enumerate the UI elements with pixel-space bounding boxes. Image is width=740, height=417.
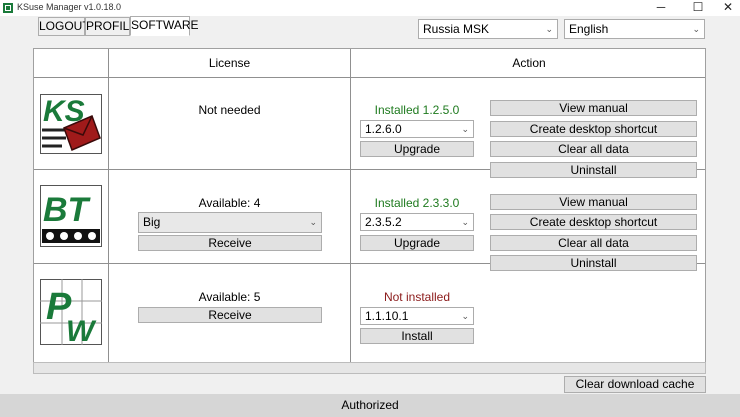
- bt-create-shortcut-button[interactable]: Create desktop shortcut: [490, 214, 697, 230]
- tab-profile[interactable]: PROFILE: [85, 17, 137, 36]
- language-select[interactable]: English ⌄: [564, 19, 705, 39]
- chevron-down-icon: ⌄: [309, 217, 317, 227]
- pw-version-value: 1.1.10.1: [365, 309, 409, 323]
- ks-view-manual-button[interactable]: View manual: [490, 100, 697, 116]
- bt-license-select[interactable]: Big ⌄: [138, 212, 322, 233]
- minimize-button[interactable]: ─: [649, 0, 673, 16]
- bt-upgrade-button[interactable]: Upgrade: [360, 235, 474, 251]
- main-panel: LOGOUT PROFILE SOFTWARE Russia MSK ⌄ Eng…: [0, 16, 740, 417]
- chevron-down-icon: ⌄: [461, 311, 469, 321]
- action-column-header: Action: [512, 56, 546, 70]
- pw-logo-icon: P W: [40, 279, 102, 345]
- bt-version-value: 2.3.5.2: [365, 215, 402, 229]
- ks-create-shortcut-button[interactable]: Create desktop shortcut: [490, 121, 697, 137]
- tab-software[interactable]: SOFTWARE: [130, 16, 199, 36]
- pw-install-button[interactable]: Install: [360, 328, 474, 344]
- software-table: License Action KS Not needed Installed 1…: [33, 48, 706, 373]
- bt-install-status: Installed 2.3.3.0: [374, 196, 460, 210]
- column-divider: [350, 49, 351, 372]
- pw-version-select[interactable]: 1.1.10.1 ⌄: [360, 307, 474, 325]
- ks-version-select[interactable]: 1.2.6.0 ⌄: [360, 120, 474, 138]
- bt-view-manual-button[interactable]: View manual: [490, 194, 697, 210]
- title-bar: KSuse Manager v1.0.18.0 ─ ☐ ✕: [0, 0, 740, 16]
- bt-logo-icon: BT: [40, 185, 102, 247]
- column-divider: [108, 49, 109, 372]
- bt-uninstall-button[interactable]: Uninstall: [490, 255, 697, 271]
- window-title: KSuse Manager v1.0.18.0: [17, 2, 122, 12]
- ks-license-text: Not needed: [198, 103, 261, 117]
- status-bar: Authorized: [0, 394, 740, 417]
- app-logo-icon: [3, 3, 13, 13]
- bt-version-select[interactable]: 2.3.5.2 ⌄: [360, 213, 474, 231]
- license-column-header: License: [208, 56, 251, 70]
- tab-logout[interactable]: LOGOUT: [38, 17, 90, 36]
- chevron-down-icon: ⌄: [692, 24, 700, 34]
- download-progress-bar: [33, 362, 706, 374]
- pw-receive-button[interactable]: Receive: [138, 307, 322, 323]
- svg-text:BT: BT: [43, 191, 92, 229]
- pw-install-status: Not installed: [383, 290, 451, 304]
- bt-receive-button[interactable]: Receive: [138, 235, 322, 251]
- pw-license-text: Available: 5: [198, 290, 261, 304]
- chevron-down-icon: ⌄: [545, 24, 553, 34]
- ks-logo-icon: KS: [40, 94, 102, 154]
- ks-uninstall-button[interactable]: Uninstall: [490, 162, 697, 178]
- bt-license-text: Available: 4: [198, 196, 261, 210]
- close-button[interactable]: ✕: [716, 0, 740, 16]
- region-select[interactable]: Russia MSK ⌄: [418, 19, 558, 39]
- clear-download-cache-button[interactable]: Clear download cache: [564, 376, 706, 393]
- row-divider: [34, 77, 705, 78]
- auth-status-text: Authorized: [341, 398, 399, 412]
- ks-upgrade-button[interactable]: Upgrade: [360, 141, 474, 157]
- ks-install-status: Installed 1.2.5.0: [374, 103, 460, 117]
- chevron-down-icon: ⌄: [461, 217, 469, 227]
- bt-license-value: Big: [143, 215, 161, 229]
- ks-version-value: 1.2.6.0: [365, 122, 402, 136]
- ks-clear-data-button[interactable]: Clear all data: [490, 141, 697, 157]
- svg-text:W: W: [66, 315, 97, 345]
- language-select-value: English: [569, 22, 609, 36]
- chevron-down-icon: ⌄: [461, 124, 469, 134]
- region-select-value: Russia MSK: [423, 22, 490, 36]
- bt-clear-data-button[interactable]: Clear all data: [490, 235, 697, 251]
- maximize-button[interactable]: ☐: [686, 0, 710, 16]
